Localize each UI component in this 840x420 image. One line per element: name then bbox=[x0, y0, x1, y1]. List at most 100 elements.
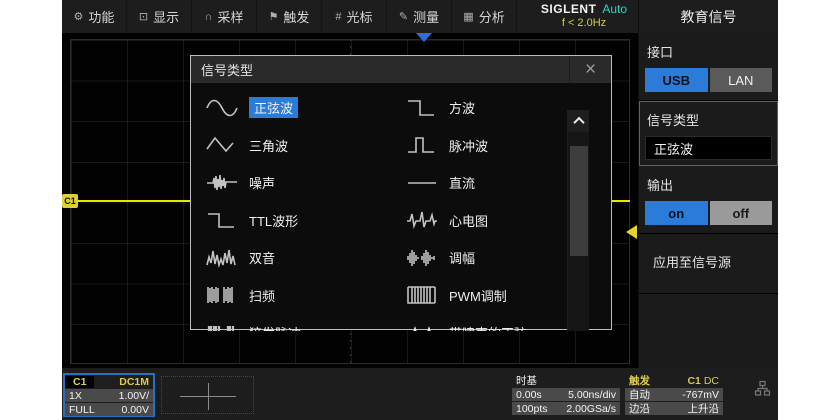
signal-option-burst[interactable]: 猝发脉冲 bbox=[205, 314, 395, 331]
add-channel-box[interactable] bbox=[161, 376, 254, 414]
apply-section: 应用至信号源 bbox=[639, 234, 778, 294]
signal-option-pwm[interactable]: PWM调制 bbox=[405, 277, 589, 315]
channel-attenuation: 1X bbox=[69, 390, 82, 402]
menu-item-cursors[interactable]: 光标 bbox=[322, 0, 387, 33]
acquisition-status: Auto bbox=[602, 2, 627, 16]
triangle-icon bbox=[205, 134, 239, 156]
trigger-type: 边沿 bbox=[629, 401, 650, 416]
waveform-trace bbox=[78, 200, 190, 202]
waveform-trace bbox=[611, 200, 630, 202]
trigger-level-marker[interactable] bbox=[626, 225, 637, 239]
usb-button[interactable]: USB bbox=[645, 68, 708, 92]
menu-item-label: 触发 bbox=[283, 7, 309, 26]
signal-option-ttl[interactable]: TTL波形 bbox=[205, 202, 395, 240]
output-on-button[interactable]: on bbox=[645, 201, 708, 225]
signal-option-ecg[interactable]: 心电图 bbox=[405, 202, 589, 240]
output-section: 输出 on off bbox=[639, 166, 778, 234]
signal-option-peaks[interactable]: 带啸声的正弦 bbox=[405, 314, 589, 331]
output-label: 输出 bbox=[647, 175, 770, 194]
noise-icon bbox=[205, 172, 239, 194]
plus-icon bbox=[208, 383, 209, 410]
oscilloscope-screen: 功能 显示 采样 触发 光标 测量 bbox=[62, 0, 778, 420]
apply-to-source-button[interactable]: 应用至信号源 bbox=[645, 240, 772, 285]
gear-icon bbox=[74, 10, 84, 23]
trigger-flag-icon bbox=[269, 10, 279, 23]
am-icon bbox=[405, 247, 439, 269]
trigger-coupling: DC bbox=[704, 375, 719, 387]
channel-scale: 1.00V/ bbox=[119, 390, 149, 402]
channel-name: C1 bbox=[65, 376, 94, 388]
pulse-icon bbox=[405, 134, 439, 156]
menu-item-analysis[interactable]: 分析 bbox=[452, 0, 517, 33]
status-bar: C1 DC1M 1X 1.00V/ FULL 0.00V 时基 0.00s 5.… bbox=[62, 368, 778, 420]
dual-tone-icon bbox=[205, 247, 239, 269]
signal-type-value[interactable]: 正弦波 bbox=[645, 136, 772, 160]
lan-button[interactable]: LAN bbox=[710, 68, 773, 92]
signal-option-sweep[interactable]: 扫频 bbox=[205, 277, 395, 315]
dialog-title: 信号类型 bbox=[191, 60, 253, 79]
side-panel: 接口 USB LAN 信号类型 正弦波 输出 on off 应用至信号源 bbox=[638, 33, 778, 368]
timebase-points: 100pts bbox=[516, 403, 548, 415]
channel-descriptor-box[interactable]: C1 DC1M 1X 1.00V/ FULL 0.00V bbox=[63, 373, 155, 417]
menu-item-measure[interactable]: 测量 bbox=[387, 0, 452, 33]
menu-item-label: 显示 bbox=[153, 7, 179, 26]
ecg-icon bbox=[405, 209, 439, 231]
channel-offset: 0.00V bbox=[122, 404, 149, 416]
signal-option-am[interactable]: 调幅 bbox=[405, 239, 589, 277]
sine-icon bbox=[205, 97, 239, 119]
trigger-position-marker[interactable] bbox=[416, 33, 432, 42]
display-icon bbox=[139, 10, 148, 23]
trigger-frequency: f < 2.0Hz bbox=[530, 17, 638, 29]
trigger-slope: 上升沿 bbox=[688, 401, 720, 416]
pwm-icon bbox=[405, 284, 439, 306]
dialog-scrollbar[interactable] bbox=[567, 110, 589, 331]
interface-section: 接口 USB LAN bbox=[639, 33, 778, 101]
menu-item-display[interactable]: 显示 bbox=[127, 0, 192, 33]
signal-option-pulse[interactable]: 脉冲波 bbox=[405, 127, 589, 165]
scroll-up-icon[interactable] bbox=[568, 110, 589, 132]
network-status-icon[interactable] bbox=[754, 380, 771, 402]
channel-offset-marker[interactable]: C1 bbox=[62, 194, 78, 208]
signal-option-dualtone[interactable]: 双音 bbox=[205, 239, 395, 277]
menubar: 功能 显示 采样 触发 光标 测量 bbox=[62, 0, 778, 33]
menu-item-label: 光标 bbox=[347, 7, 373, 26]
channel-bandwidth: FULL bbox=[69, 404, 95, 416]
cursor-icon bbox=[335, 11, 341, 23]
timebase-label: 时基 bbox=[516, 373, 537, 388]
burst-icon bbox=[205, 322, 239, 331]
menu-item-label: 测量 bbox=[413, 7, 439, 26]
ttl-icon bbox=[205, 209, 239, 231]
menu-item-utility[interactable]: 功能 bbox=[62, 0, 127, 33]
square-icon bbox=[405, 97, 439, 119]
menu-item-label: 采样 bbox=[217, 7, 243, 26]
measure-icon bbox=[399, 10, 408, 23]
signal-option-noise[interactable]: 噪声 bbox=[205, 164, 395, 202]
trigger-mode: 自动 bbox=[629, 387, 650, 402]
signal-option-square[interactable]: 方波 bbox=[405, 89, 589, 127]
menu-item-acquire[interactable]: 采样 bbox=[192, 0, 257, 33]
timebase-descriptor-box[interactable]: 时基 0.00s 5.00ns/div 100pts 2.00GSa/s bbox=[512, 374, 620, 416]
menu-item-label: 功能 bbox=[88, 7, 114, 26]
output-off-button[interactable]: off bbox=[710, 201, 773, 225]
trigger-label: 触发 bbox=[629, 373, 650, 388]
peaks-icon bbox=[405, 322, 439, 331]
scrollbar-thumb[interactable] bbox=[570, 146, 588, 256]
trigger-level: -767mV bbox=[682, 389, 719, 401]
signal-option-dc[interactable]: 直流 bbox=[405, 164, 589, 202]
menu-item-trigger[interactable]: 触发 bbox=[257, 0, 322, 33]
signal-option-sine[interactable]: 正弦波 bbox=[205, 89, 395, 127]
dialog-body: 正弦波 三角波 噪声 TTL bbox=[191, 83, 589, 331]
signal-option-triangle[interactable]: 三角波 bbox=[205, 127, 395, 165]
menu-item-label: 分析 bbox=[479, 7, 505, 26]
sweep-icon bbox=[205, 284, 239, 306]
trigger-descriptor-box[interactable]: 触发 C1 DC 自动 -767mV 边沿 上升沿 bbox=[625, 374, 723, 416]
close-icon[interactable] bbox=[569, 56, 611, 83]
signal-type-label: 信号类型 bbox=[647, 110, 770, 129]
brand-status-block: SIGLENT Auto f < 2.0Hz bbox=[530, 0, 638, 33]
analysis-icon bbox=[463, 10, 473, 23]
main-area: C1 信号类型 正弦波 bbox=[62, 33, 778, 368]
dc-icon bbox=[405, 172, 439, 194]
panel-title: 教育信号 bbox=[638, 0, 778, 33]
channel-coupling: DC1M bbox=[119, 376, 153, 388]
brand-logo: SIGLENT bbox=[541, 2, 597, 16]
